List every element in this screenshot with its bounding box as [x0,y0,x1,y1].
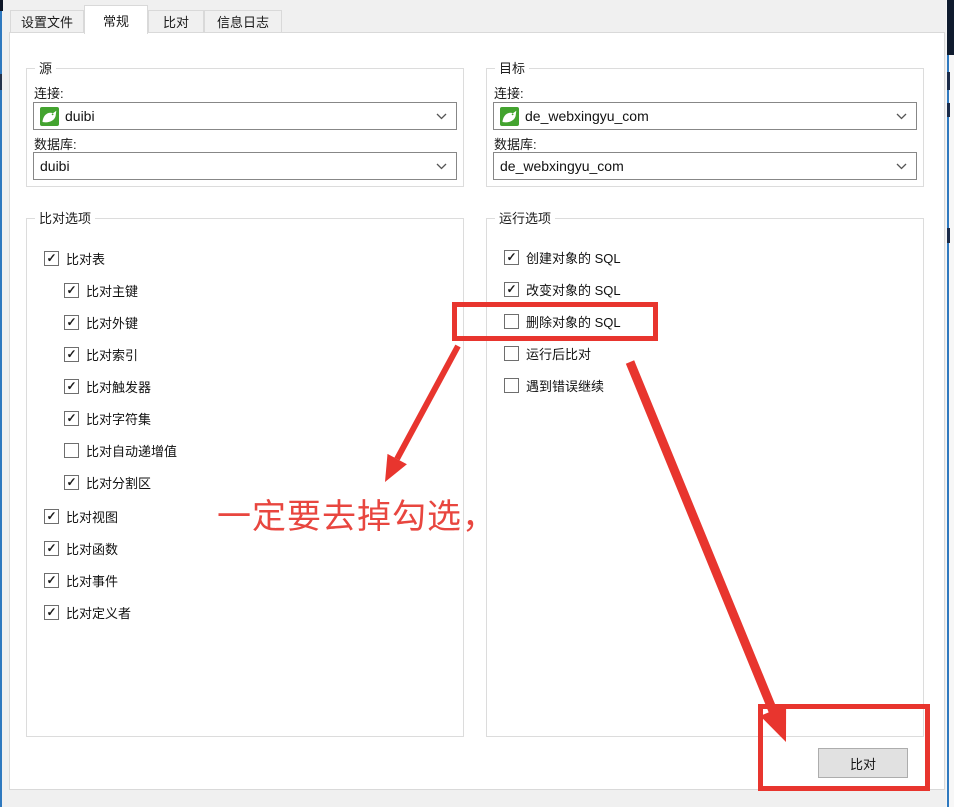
checkbox-compare-charsets[interactable]: ✓ 比对字符集 [64,410,151,426]
checkbox-label: 比对事件 [66,571,118,590]
compare-dialog: { "tabs": [ {"label": "设置文件", "active": … [0,0,954,807]
checkbox-label: 比对函数 [66,539,118,558]
checkbox-label: 比对分割区 [86,473,151,492]
source-group-title: 源 [35,61,56,76]
window-edge-right-dark-2 [947,103,950,117]
checkbox-box: ✓ [44,509,59,524]
target-connection-value: de_webxingyu_com [525,108,649,124]
red-highlight-box-compare-button [758,704,930,791]
checkbox-box: ✓ [64,347,79,362]
target-group-title: 目标 [495,61,529,76]
chevron-down-icon [896,163,907,170]
checkbox-box: ✓ [44,541,59,556]
checkbox-box: ✓ [504,282,519,297]
checkbox-box: ✓ [64,315,79,330]
checkbox-label: 比对字符集 [86,409,151,428]
checkbox-label: 比对视图 [66,507,118,526]
tab-compare[interactable]: 比对 [148,10,204,33]
target-connection-select[interactable]: de_webxingyu_com [493,102,917,130]
tab-label: 设置文件 [21,12,73,31]
window-edge-left [0,0,2,807]
source-connection-value: duibi [65,108,95,124]
checkbox-alter-object-sql[interactable]: ✓ 改变对象的 SQL [504,281,621,297]
tab-label: 常规 [103,11,129,30]
checkbox-label: 比对索引 [86,345,138,364]
checkbox-box: ✓ [64,379,79,394]
window-edge-right-dark-top [947,0,954,55]
run-options-title: 运行选项 [495,211,555,226]
red-highlight-box-drop-sql [452,302,658,341]
checkbox-box [504,378,519,393]
checkbox-label: 创建对象的 SQL [526,248,621,267]
checkbox-compare-foreign-keys[interactable]: ✓ 比对外键 [64,314,138,330]
checkbox-box: ✓ [504,250,519,265]
checkbox-compare-tables[interactable]: ✓ 比对表 [44,250,105,266]
chevron-down-icon [436,163,447,170]
checkbox-compare-events[interactable]: ✓ 比对事件 [44,572,118,588]
target-database-value: de_webxingyu_com [500,158,624,174]
target-database-select[interactable]: de_webxingyu_com [493,152,917,180]
checkbox-box: ✓ [64,411,79,426]
checkbox-box: ✓ [44,605,59,620]
source-database-select[interactable]: duibi [33,152,457,180]
checkbox-compare-partitions[interactable]: ✓ 比对分割区 [64,474,151,490]
checkbox-label: 比对主键 [86,281,138,300]
source-connection-select[interactable]: duibi [33,102,457,130]
window-edge-left-dark-mid [0,74,2,90]
tab-profiles[interactable]: 设置文件 [10,10,84,33]
checkbox-box [504,346,519,361]
tab-general[interactable]: 常规 [84,5,148,34]
checkbox-compare-auto-increment[interactable]: 比对自动递增值 [64,442,177,458]
checkbox-label: 遇到错误继续 [526,376,604,395]
checkbox-compare-indexes[interactable]: ✓ 比对索引 [64,346,138,362]
window-edge-left-dark-top [0,0,3,11]
target-database-label: 数据库: [494,134,537,153]
checkbox-label: 比对外键 [86,313,138,332]
mysql-connection-icon [500,107,519,126]
window-edge-right-dark-1 [947,72,950,90]
target-connection-label: 连接: [494,83,524,102]
mysql-connection-icon [40,107,59,126]
checkbox-compare-primary-keys[interactable]: ✓ 比对主键 [64,282,138,298]
compare-options-title: 比对选项 [35,211,95,226]
tab-label: 比对 [163,12,189,31]
window-edge-right-dark-3 [947,228,950,243]
source-connection-label: 连接: [34,83,64,102]
tab-info-log[interactable]: 信息日志 [204,10,282,33]
checkbox-box [64,443,79,458]
checkbox-label: 改变对象的 SQL [526,280,621,299]
checkbox-label: 运行后比对 [526,344,591,363]
checkbox-compare-views[interactable]: ✓ 比对视图 [44,508,118,524]
checkbox-create-object-sql[interactable]: ✓ 创建对象的 SQL [504,249,621,265]
checkbox-compare-triggers[interactable]: ✓ 比对触发器 [64,378,151,394]
window-edge-right-line [947,0,949,807]
checkbox-label: 比对表 [66,249,105,268]
tab-label: 信息日志 [217,12,269,31]
checkbox-compare-after-run[interactable]: 运行后比对 [504,345,591,361]
checkbox-box: ✓ [64,475,79,490]
source-database-value: duibi [40,158,70,174]
checkbox-compare-definers[interactable]: ✓ 比对定义者 [44,604,131,620]
checkbox-box: ✓ [64,283,79,298]
checkbox-label: 比对自动递增值 [86,441,177,460]
checkbox-compare-functions[interactable]: ✓ 比对函数 [44,540,118,556]
annotation-note-text: 一定要去掉勾选， [217,497,497,537]
checkbox-label: 比对触发器 [86,377,151,396]
chevron-down-icon [436,113,447,120]
checkbox-label: 比对定义者 [66,603,131,622]
checkbox-box: ✓ [44,251,59,266]
chevron-down-icon [896,113,907,120]
checkbox-box: ✓ [44,573,59,588]
checkbox-continue-on-error[interactable]: 遇到错误继续 [504,377,604,393]
source-database-label: 数据库: [34,134,77,153]
